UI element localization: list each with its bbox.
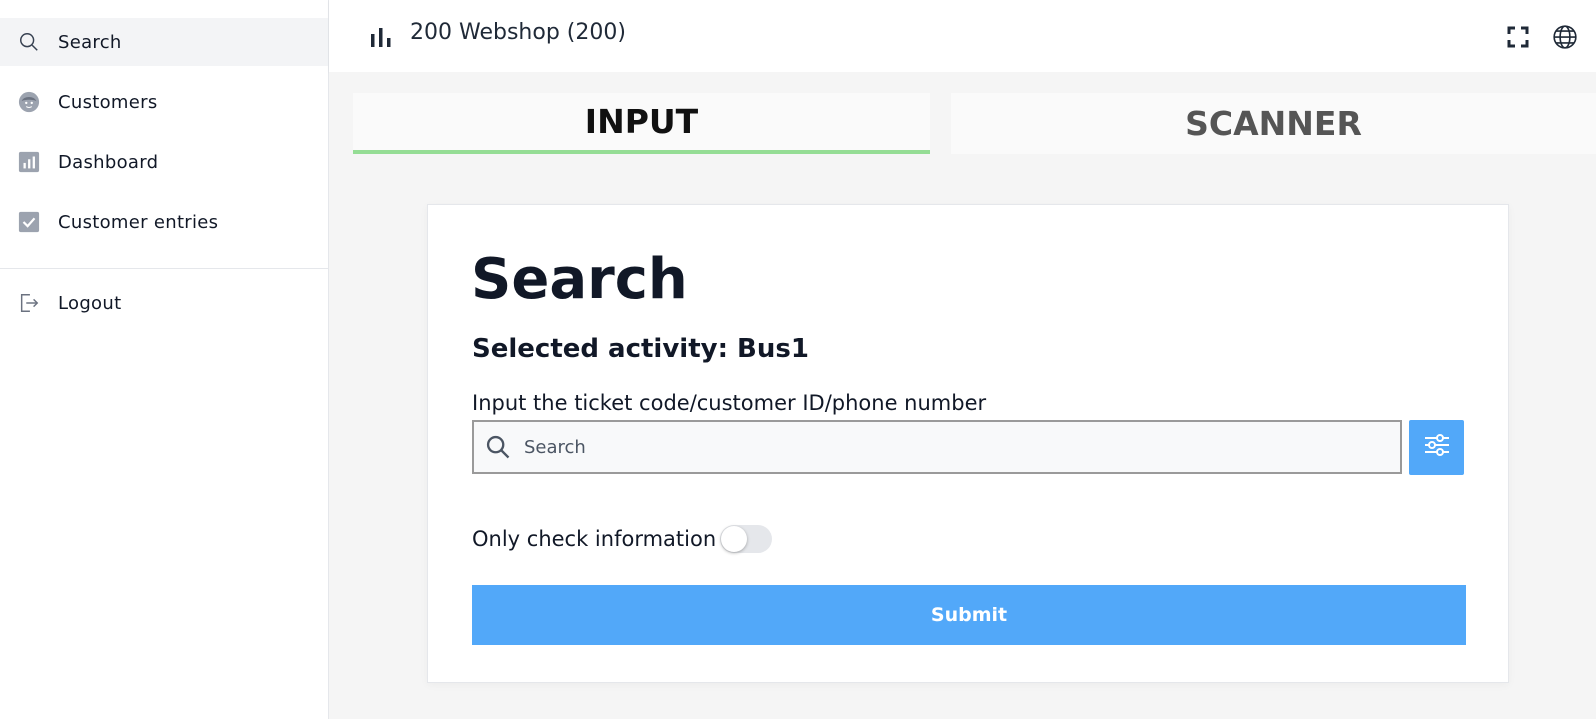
sliders-icon: [1422, 430, 1452, 465]
search-field-label: Input the ticket code/customer ID/phone …: [472, 391, 987, 415]
sidebar-item-label: Customer entries: [58, 211, 219, 233]
globe-icon[interactable]: [1552, 24, 1578, 55]
sidebar-item-dashboard[interactable]: Dashboard: [0, 138, 328, 186]
submit-button[interactable]: Submit: [472, 585, 1466, 645]
main-content: INPUT SCANNER Search Selected activity: …: [329, 72, 1596, 719]
filter-button[interactable]: [1409, 420, 1464, 475]
card-title: Search: [471, 247, 688, 312]
only-check-toggle[interactable]: [720, 525, 773, 553]
search-input[interactable]: [524, 436, 1344, 458]
logout-icon: [17, 291, 41, 315]
sidebar-item-label: Dashboard: [58, 151, 159, 173]
sidebar-item-label: Search: [58, 31, 122, 53]
stats-icon: [370, 26, 392, 53]
sidebar-item-customers[interactable]: Customers: [0, 78, 328, 126]
check-icon: [17, 210, 41, 234]
tab-input[interactable]: INPUT: [353, 93, 930, 154]
only-check-row: Only check information: [472, 525, 773, 553]
chart-icon: [17, 150, 41, 174]
search-card: Search Selected activity: Bus1 Input the…: [427, 204, 1509, 683]
sidebar-item-label: Customers: [58, 91, 158, 113]
sidebar-item-search[interactable]: Search: [0, 18, 328, 66]
logout-button[interactable]: Logout: [0, 279, 328, 327]
toggle-knob: [721, 526, 748, 552]
search-field[interactable]: [472, 420, 1402, 474]
sidebar-divider: [0, 268, 328, 269]
search-icon: [484, 433, 512, 461]
sidebar: Search Customers Dashboard Customer entr…: [0, 0, 329, 719]
selected-activity: Selected activity: Bus1: [472, 334, 809, 364]
fullscreen-icon[interactable]: [1507, 26, 1529, 53]
sidebar-item-customer-entries[interactable]: Customer entries: [0, 198, 328, 246]
toggle-label: Only check information: [472, 527, 717, 551]
page-title: 200 Webshop (200): [410, 20, 626, 45]
logout-label: Logout: [58, 292, 122, 314]
face-icon: [17, 90, 41, 114]
tab-label: SCANNER: [1185, 104, 1362, 143]
tab-label: INPUT: [584, 102, 699, 141]
tab-scanner[interactable]: SCANNER: [951, 93, 1596, 154]
topbar: 200 Webshop (200): [329, 0, 1596, 72]
search-icon: [17, 30, 41, 54]
